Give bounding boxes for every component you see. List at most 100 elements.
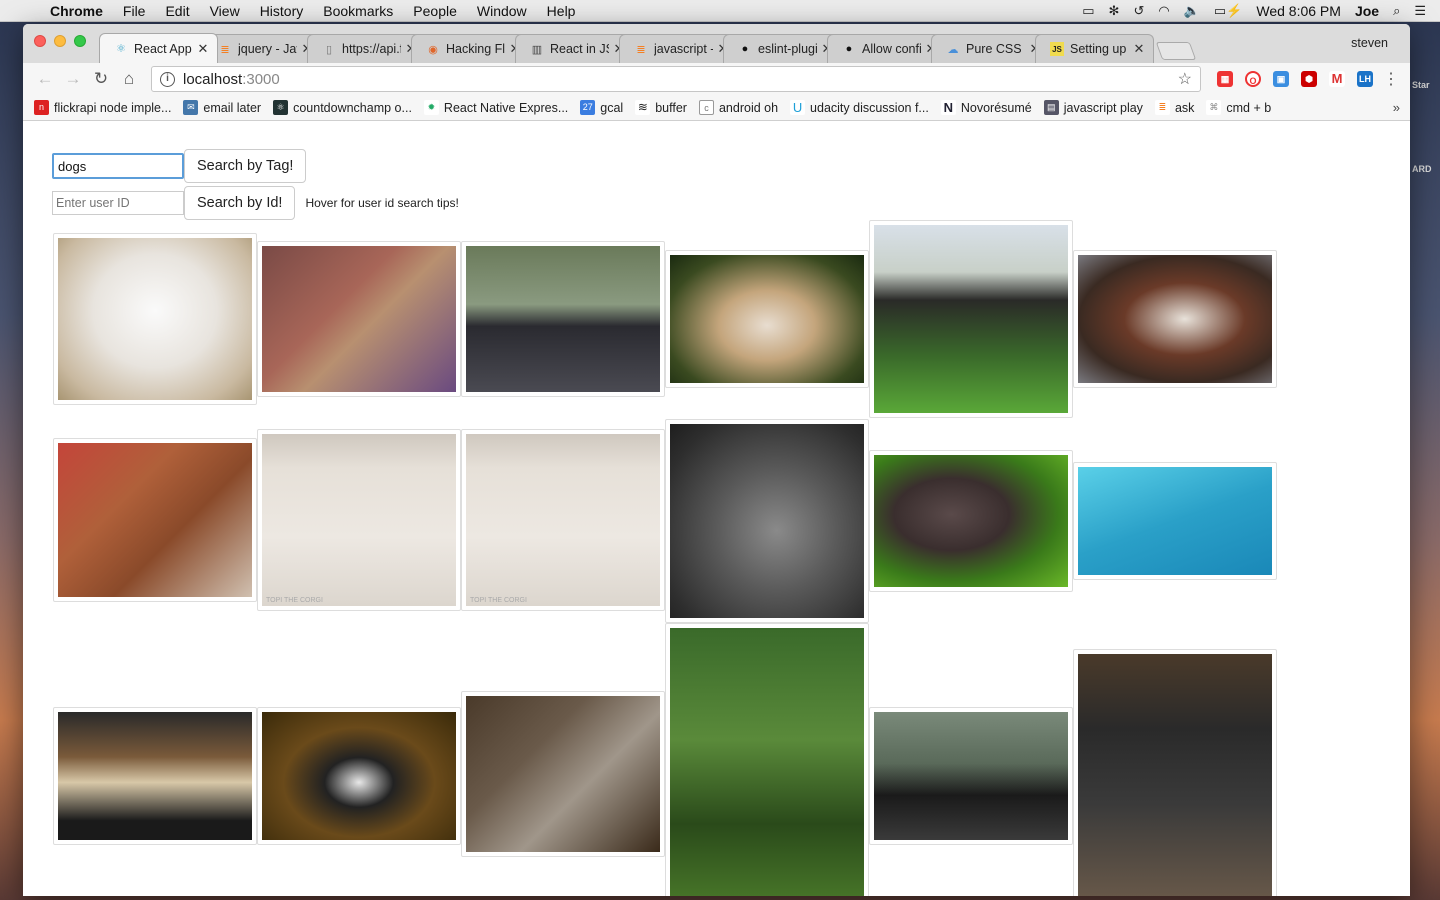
- menu-file[interactable]: File: [113, 3, 156, 19]
- photo-thumbnail[interactable]: [257, 241, 461, 397]
- tab-pure-css[interactable]: ☁ Pure CSS h ✕: [931, 34, 1050, 63]
- screen-capture-icon[interactable]: ▣: [1273, 71, 1289, 87]
- volume-icon[interactable]: 🔈: [1184, 3, 1200, 19]
- bookmark-label: cmd + b: [1226, 100, 1272, 115]
- reload-icon[interactable]: ↻: [87, 69, 115, 89]
- minimize-window-button[interactable]: [54, 35, 66, 47]
- zoom-window-button[interactable]: [74, 35, 86, 47]
- bookmark-item[interactable]: ✉ email later: [183, 100, 261, 115]
- photo-thumbnail[interactable]: [869, 220, 1073, 418]
- menu-window[interactable]: Window: [467, 3, 537, 19]
- search-by-id-button[interactable]: Search by Id!: [184, 186, 296, 220]
- calendar-status-icon[interactable]: ▭: [1082, 3, 1094, 19]
- extension-grid-icon[interactable]: ▦: [1217, 71, 1233, 87]
- desktop-label-star: Star: [1412, 80, 1430, 90]
- close-tab-icon[interactable]: ✕: [197, 41, 209, 57]
- site-info-icon[interactable]: i: [160, 71, 175, 87]
- ask-bookmark-icon: ≣: [1154, 100, 1170, 115]
- menu-user[interactable]: Joe: [1355, 3, 1379, 19]
- photo-thumbnail[interactable]: [1073, 250, 1277, 388]
- app-page: Search by Tag! Search by Id! Hover for u…: [23, 121, 1410, 896]
- home-icon[interactable]: ⌂: [115, 69, 143, 89]
- bookmark-star-icon[interactable]: ☆: [1178, 69, 1192, 89]
- opera-icon[interactable]: O: [1245, 71, 1261, 87]
- tab-react-app[interactable]: ⚛ React App ✕: [99, 33, 218, 63]
- bookmark-item[interactable]: ⌘ cmd + b: [1206, 100, 1271, 115]
- bookmark-item[interactable]: ▤ javascript play: [1043, 100, 1143, 115]
- new-tab-button[interactable]: [1155, 42, 1197, 60]
- bookmark-item[interactable]: Uudacity discussion f...: [790, 100, 929, 115]
- photo-thumbnail[interactable]: [53, 707, 257, 845]
- photo-thumbnail[interactable]: [461, 241, 665, 397]
- photo-thumbnail[interactable]: [869, 450, 1073, 592]
- menu-people[interactable]: People: [403, 3, 467, 19]
- photo-thumbnail[interactable]: [53, 438, 257, 602]
- bookmark-item[interactable]: n flickrapi node imple...: [34, 100, 171, 115]
- bookmark-item[interactable]: 27 gcal: [580, 100, 623, 115]
- tab-title: eslint-plugi: [758, 42, 817, 56]
- user-id-input[interactable]: [52, 191, 184, 215]
- bookmark-item[interactable]: ≣ ask: [1154, 100, 1194, 115]
- address-bar[interactable]: i localhost:3000 ☆: [151, 66, 1201, 92]
- bookmark-item[interactable]: ⚛ countdownchamp o...: [273, 100, 412, 115]
- tag-search-input[interactable]: [52, 153, 184, 179]
- tab-setting-up[interactable]: JS Setting up C ✕: [1035, 34, 1154, 63]
- bookmarks-overflow-icon[interactable]: »: [1393, 100, 1400, 115]
- email-bookmark-icon: ✉: [183, 100, 199, 115]
- great-dane-porch-photo: [1078, 654, 1272, 896]
- photo-thumbnail[interactable]: [869, 707, 1073, 845]
- menu-clock[interactable]: Wed 8:06 PM: [1256, 3, 1341, 19]
- bookmark-item[interactable]: ✹ React Native Expres...: [423, 100, 568, 115]
- bookmark-item[interactable]: ≋ buffer: [635, 100, 687, 115]
- photo-thumbnail[interactable]: [461, 691, 665, 857]
- browser-menu-icon[interactable]: ⋮: [1383, 69, 1399, 89]
- tab-jquery[interactable]: ≣ jquery - Jav ✕: [203, 34, 322, 63]
- menu-history[interactable]: History: [250, 3, 314, 19]
- bluetooth-icon[interactable]: ✻: [1109, 3, 1120, 19]
- photo-thumbnail[interactable]: TOPI THE CORGI: [461, 429, 665, 611]
- profile-name[interactable]: steven: [1351, 36, 1388, 50]
- menu-edit[interactable]: Edit: [155, 3, 199, 19]
- menu-help[interactable]: Help: [537, 3, 586, 19]
- photo-thumbnail[interactable]: [665, 623, 869, 896]
- search-by-tag-button[interactable]: Search by Tag!: [184, 149, 307, 183]
- tab-api-flickr[interactable]: ▯ https://api.f ✕: [307, 34, 426, 63]
- bookmark-label: flickrapi node imple...: [54, 100, 172, 115]
- gmail-icon[interactable]: M: [1329, 71, 1345, 87]
- close-tab-icon[interactable]: ✕: [1133, 41, 1145, 57]
- spotlight-search-icon[interactable]: ⌕: [1393, 3, 1400, 19]
- bookmark-item[interactable]: c android oh: [698, 100, 778, 115]
- tab-react-in-jsx[interactable]: ▥ React in JS> ✕: [515, 34, 634, 63]
- javascript-play-bookmark-icon: ▤: [1043, 100, 1059, 115]
- photo-thumbnail[interactable]: TOPI THE CORGI: [257, 429, 461, 611]
- tab-allow-config[interactable]: ● Allow config ✕: [827, 34, 946, 63]
- time-machine-icon[interactable]: ↺: [1133, 3, 1144, 19]
- menu-view[interactable]: View: [200, 3, 250, 19]
- user-id-tips[interactable]: Hover for user id search tips!: [305, 196, 458, 210]
- photo-thumbnail[interactable]: [665, 419, 869, 623]
- cloud-icon: ☁: [947, 43, 959, 56]
- tab-hacking-flickr[interactable]: ◉ Hacking Flic ✕: [411, 34, 530, 63]
- photo-thumbnail[interactable]: [257, 707, 461, 845]
- photo-thumbnail[interactable]: [53, 233, 257, 405]
- bookmark-item[interactable]: N Novorésumé: [940, 100, 1032, 115]
- battery-icon[interactable]: ▭⚡: [1214, 3, 1242, 19]
- tab-javascript[interactable]: ≣ javascript - ✕: [619, 34, 738, 63]
- photo-thumbnail[interactable]: [665, 250, 869, 388]
- ublock-icon[interactable]: ⬢: [1301, 71, 1317, 87]
- menu-bookmarks[interactable]: Bookmarks: [313, 3, 403, 19]
- back-arrow-icon[interactable]: ←: [31, 69, 59, 89]
- notification-center-icon[interactable]: ☰: [1414, 3, 1426, 19]
- tab-eslint-plugin[interactable]: ● eslint-plugi ✕: [723, 34, 842, 63]
- desktop-label-ard: ARD: [1412, 164, 1432, 174]
- swimming-pool-photo: [1078, 467, 1272, 575]
- close-window-button[interactable]: [34, 35, 46, 47]
- dog-at-bar-photo: [466, 696, 660, 852]
- menu-app-name[interactable]: Chrome: [40, 3, 113, 19]
- forward-arrow-icon[interactable]: →: [59, 69, 87, 89]
- photo-thumbnail[interactable]: [1073, 649, 1277, 896]
- wifi-icon[interactable]: ◠: [1158, 3, 1169, 19]
- photo-thumbnail[interactable]: [1073, 462, 1277, 580]
- lighthouse-icon[interactable]: LH: [1357, 71, 1373, 87]
- springer-spaniel-photo: [1078, 255, 1272, 383]
